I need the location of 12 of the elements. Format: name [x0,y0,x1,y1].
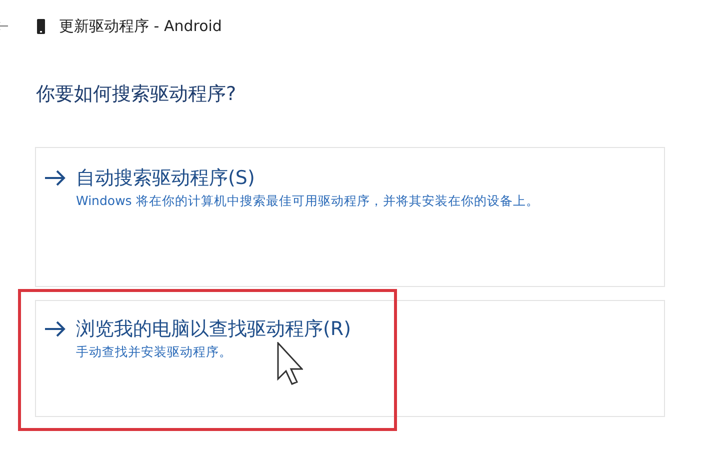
option-title: 浏览我的电脑以查找驱动程序(R) [76,316,352,342]
phone-icon [37,18,45,34]
dialog-heading: 你要如何搜索驱动程序? [36,82,238,107]
option-description: 手动查找并安装驱动程序。 [76,342,233,360]
window-title: 更新驱动程序 - Android [59,16,222,37]
mouse-cursor-icon [277,342,303,384]
option-card[interactable]: 自动搜索驱动程序(S) Windows 将在你的计算机中搜索最佳可用驱动程序，并将其安装在你的设备上。 [35,146,665,286]
option-description: Windows 将在你的计算机中搜索最佳可用驱动程序，并将其安装在你的设备上。 [76,192,539,210]
option-card[interactable]: 浏览我的电脑以查找驱动程序(R) 手动查找并安装驱动程序。 [35,300,665,416]
arrow-icon [44,320,66,336]
option-title: 自动搜索驱动程序(S) [76,166,256,190]
arrow-icon [44,170,66,186]
